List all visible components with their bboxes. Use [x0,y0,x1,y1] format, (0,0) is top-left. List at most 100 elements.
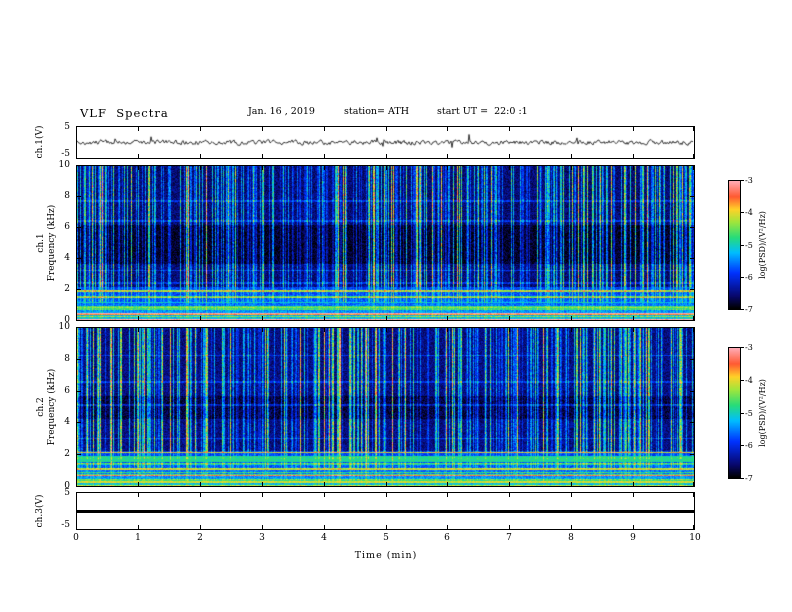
tick-mark [690,196,694,197]
tick-mark [77,422,81,423]
tick-mark [324,127,325,131]
tick-mark [76,166,77,170]
tick-mark [571,127,572,131]
tick-mark [509,482,510,486]
x-tick-label: 1 [135,533,141,543]
y-tick-label: 8 [64,191,70,201]
tick-mark [200,328,201,332]
tick-mark [76,127,77,131]
x-tick-label: 4 [321,533,327,543]
tick-mark [741,212,744,213]
colorbar-tick-label: -6 [745,441,753,450]
tick-mark [262,525,263,529]
tick-mark [77,454,81,455]
tick-mark [693,127,694,131]
tick-mark [509,525,510,529]
x-tick-label: 3 [259,533,265,543]
tick-mark [633,493,634,497]
tick-mark [447,316,448,320]
tick-mark [571,154,572,158]
tick-mark [741,180,744,181]
ch2-spectrogram-panel [76,327,695,487]
ch2-spectrogram-canvas [77,328,694,486]
tick-mark [76,525,77,529]
tick-mark [386,328,387,332]
tick-mark [138,127,139,131]
tick-mark [324,482,325,486]
tick-mark [386,316,387,320]
x-tick-label: 10 [689,533,701,543]
tick-mark [76,493,77,497]
tick-mark [571,493,572,497]
tick-mark [262,127,263,131]
tick-mark [386,493,387,497]
y-tick-label: 6 [64,222,70,232]
tick-mark [447,525,448,529]
tick-mark [690,391,694,392]
colorbar-tick-label: -4 [745,376,753,385]
y-tick-label: 10 [58,160,70,170]
tick-mark [200,154,201,158]
ch1-spectrogram-panel [76,165,695,321]
ch1-spectrogram-ylabel-channel: ch.1 [36,233,46,253]
tick-mark [447,154,448,158]
ch3-flatline [77,510,694,513]
tick-mark [77,391,81,392]
tick-mark [324,493,325,497]
tick-mark [571,525,572,529]
tick-mark [741,380,744,381]
y-tick-label: 5 [64,122,70,132]
tick-mark [77,320,81,321]
y-tick-label: 4 [64,253,70,263]
colorbar-tick-label: -4 [745,208,753,217]
tick-mark [741,478,744,479]
x-tick-label: 7 [506,533,512,543]
tick-mark [741,413,744,414]
tick-mark [386,525,387,529]
colorbar-1-canvas [729,181,740,309]
tick-mark [690,165,694,166]
tick-mark [200,316,201,320]
y-tick-label: 10 [58,322,70,332]
tick-mark [77,486,81,487]
tick-mark [509,154,510,158]
tick-mark [77,327,81,328]
tick-mark [571,166,572,170]
tick-mark [690,289,694,290]
x-tick-label: 6 [444,533,450,543]
tick-mark [262,482,263,486]
colorbar-tick-label: -5 [745,409,753,418]
colorbar-tick-label: -7 [745,305,753,314]
tick-mark [741,347,744,348]
y-tick-label: -5 [61,149,70,159]
colorbar-tick-label: -6 [745,273,753,282]
tick-mark [693,166,694,170]
tick-mark [138,482,139,486]
colorbar-tick-label: -3 [745,176,753,185]
tick-mark [633,316,634,320]
ch2-spectrogram-ylabel-channel: ch.2 [36,397,46,417]
tick-mark [690,422,694,423]
tick-mark [386,154,387,158]
tick-mark [690,327,694,328]
colorbar-tick-label: -3 [745,343,753,352]
x-axis-label: Time (min) [354,550,418,561]
tick-mark [690,486,694,487]
tick-mark [138,493,139,497]
x-tick-label: 2 [197,533,203,543]
tick-mark [509,127,510,131]
tick-mark [386,127,387,131]
tick-mark [262,154,263,158]
tick-mark [324,525,325,529]
tick-mark [509,166,510,170]
ch3-waveform-ylabel: ch.3(V) [35,494,45,528]
tick-mark [571,316,572,320]
tick-mark [77,196,81,197]
tick-mark [324,328,325,332]
colorbar-2 [728,347,741,479]
ch2-spectrogram-ylabel-frequency: Frequency (kHz) [47,368,57,446]
ch1-spectrogram-canvas [77,166,694,320]
start-ut-label: start UT = 22:0 :1 [437,106,528,117]
tick-mark [324,316,325,320]
tick-mark [633,482,634,486]
